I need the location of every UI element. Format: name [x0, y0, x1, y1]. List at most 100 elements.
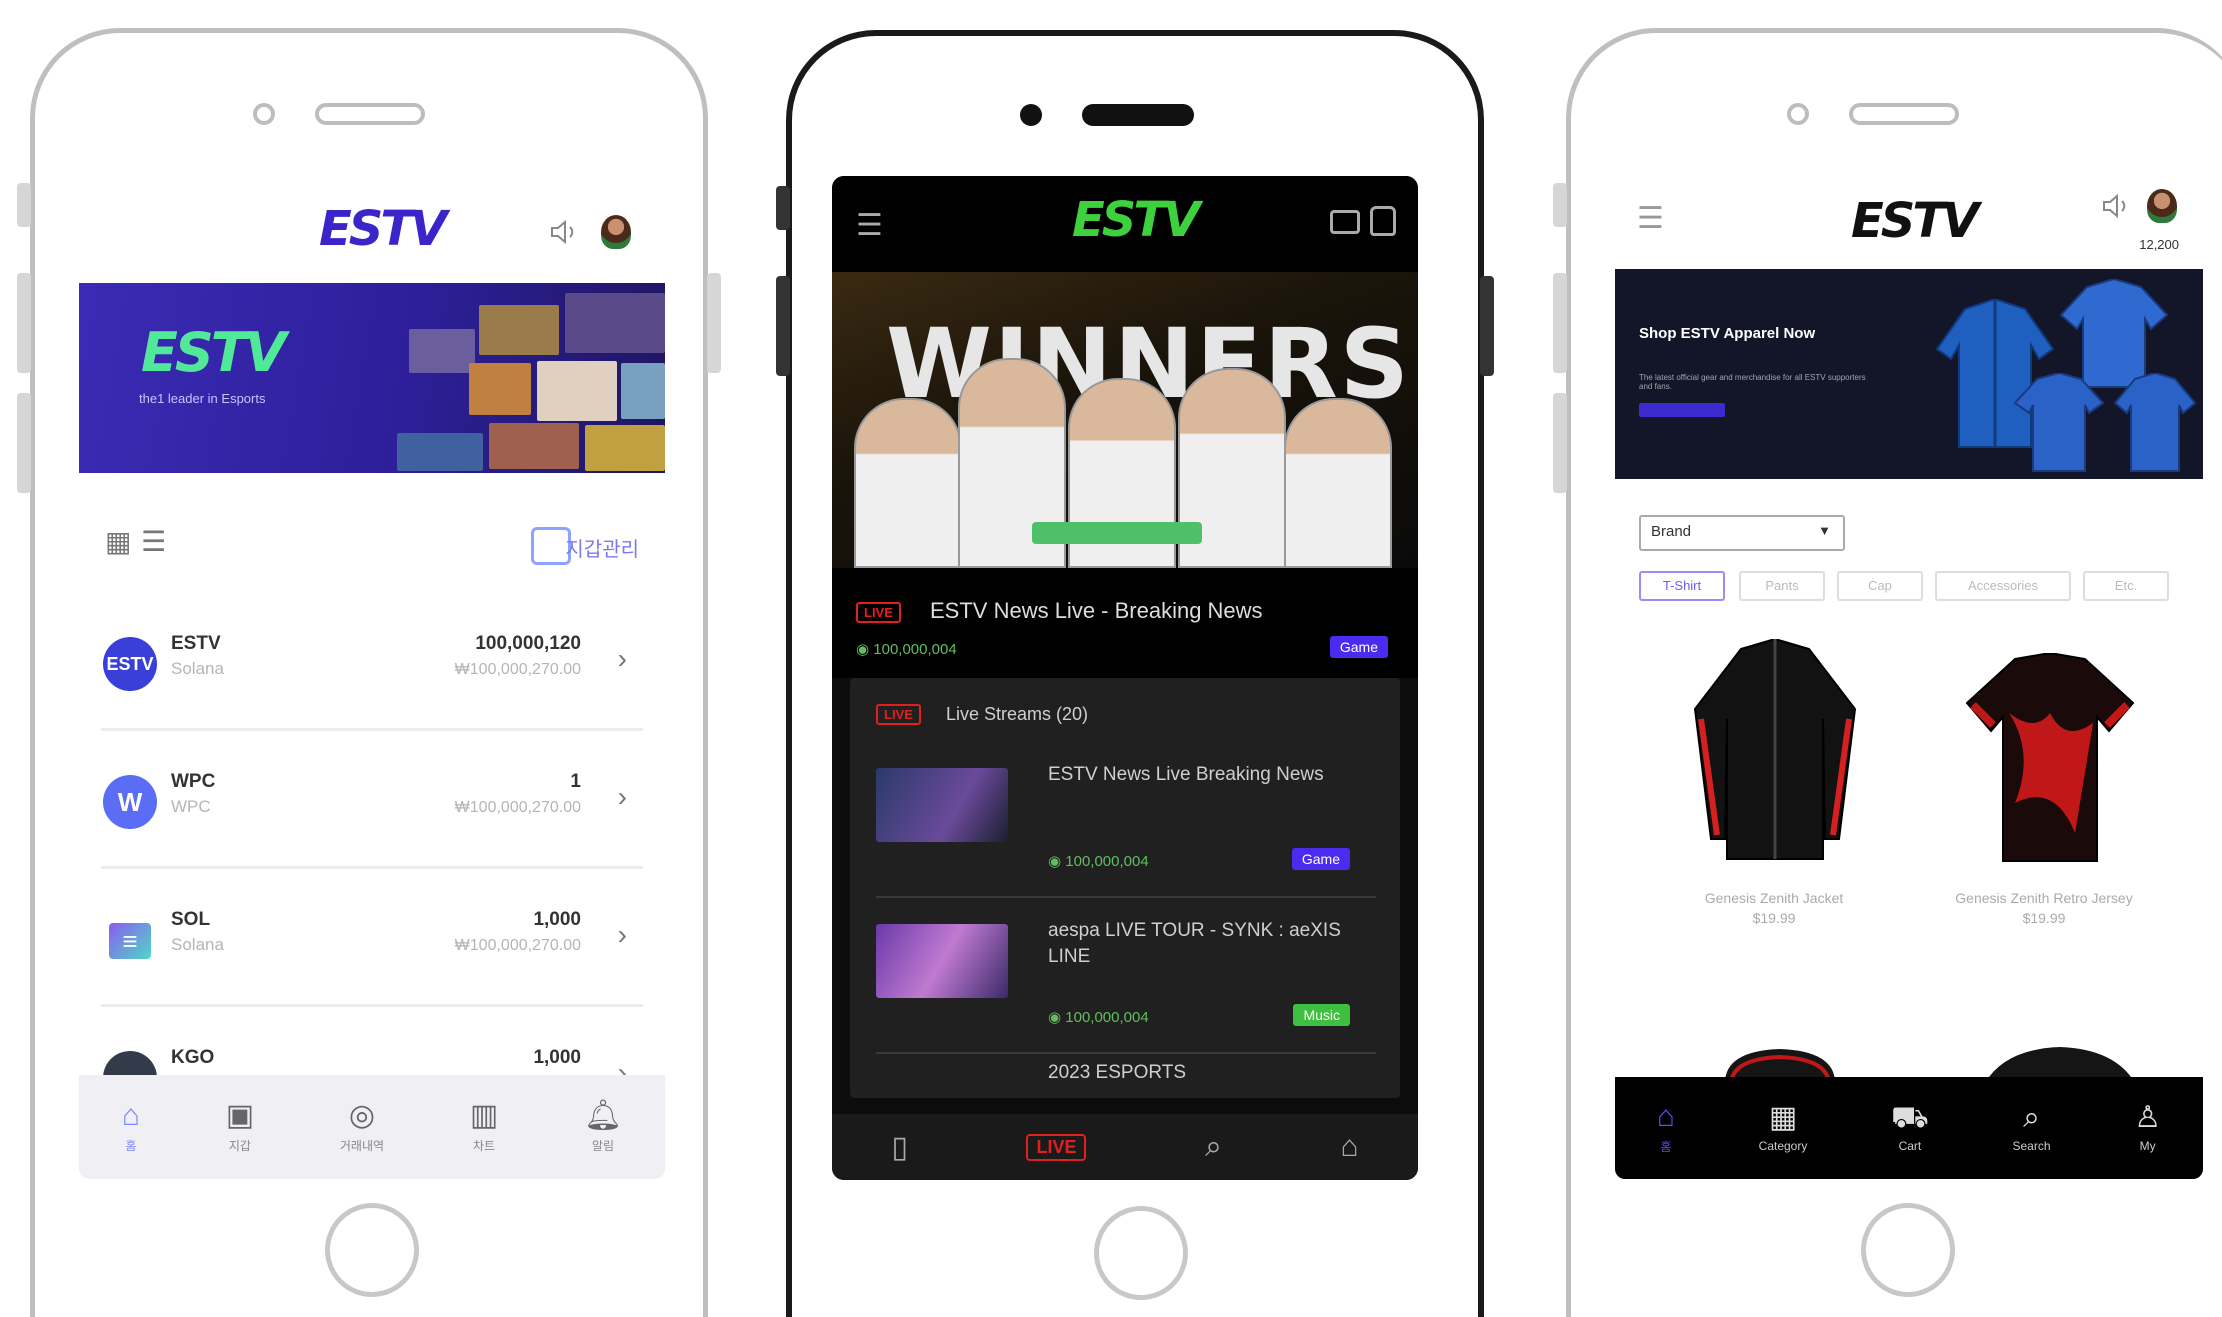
- side-button: [1553, 273, 1567, 373]
- shop-screen: ☰ ESTV 12,200 Shop ESTV Apparel Now The …: [1615, 179, 2203, 1179]
- chip-accessories[interactable]: Accessories: [1935, 571, 2071, 601]
- nav-label: 알림: [591, 1138, 615, 1153]
- chart-icon: ▥: [469, 1098, 499, 1132]
- stream-item[interactable]: 2023 ESPORTS: [876, 1054, 1376, 1098]
- nav-notifications[interactable]: 🔔︎ 알림: [584, 1100, 622, 1154]
- category-tag[interactable]: Game: [1329, 636, 1388, 658]
- asset-krw-value: ₩100,000,270.00: [454, 937, 581, 954]
- shop-icon[interactable]: ⌂: [1341, 1130, 1359, 1164]
- grid-view-icon[interactable]: ▦: [105, 525, 131, 558]
- asset-symbol: ESTV: [171, 633, 221, 654]
- nav-label: 지갑: [228, 1138, 251, 1153]
- featured-live[interactable]: LIVE ESTV News Live - Breaking News ◉ 10…: [832, 568, 1418, 678]
- banner-thumbnail: [585, 425, 665, 471]
- sound-icon[interactable]: [2101, 193, 2131, 219]
- promo-banner[interactable]: ESTV the1 leader in Esports: [79, 283, 665, 473]
- sound-icon[interactable]: [549, 219, 579, 245]
- nav-label: 홈: [1660, 1139, 1672, 1154]
- live-streams-heading: Live Streams (20): [946, 704, 1089, 724]
- live-screen: ☰ ESTV WINNERS LIVE ESTV News Live - Bre…: [832, 176, 1418, 1180]
- chip-tshirt[interactable]: T-Shirt: [1639, 571, 1725, 601]
- player-image: [854, 398, 962, 568]
- asset-amount: 1,000: [533, 1047, 581, 1068]
- exchange-icon: ◎: [348, 1098, 376, 1132]
- nav-live[interactable]: LIVE: [1026, 1133, 1087, 1161]
- avatar[interactable]: [601, 215, 631, 249]
- chevron-right-icon[interactable]: ›: [618, 643, 627, 675]
- brand-select[interactable]: Brand ▼: [1639, 515, 1845, 551]
- asset-symbol: WPC: [171, 771, 216, 792]
- nav-my[interactable]: ♙ My: [2134, 1101, 2162, 1154]
- nav-label: Cart: [1898, 1139, 1922, 1153]
- app-logo[interactable]: ESTV: [319, 201, 447, 257]
- menu-icon[interactable]: ☰: [856, 208, 883, 243]
- nav-home[interactable]: ⌂ 홈: [1657, 1101, 1675, 1155]
- stream-title: aespa LIVE TOUR - SYNK : aeXIS LINE: [1048, 920, 1341, 967]
- banner-cta-button[interactable]: [1639, 403, 1725, 417]
- side-button: [17, 183, 31, 227]
- side-button: [17, 273, 31, 373]
- nav-home[interactable]: ⌂ 홈: [122, 1100, 140, 1154]
- asset-krw-value: ₩100,000,270.00: [454, 799, 581, 816]
- gift-icon[interactable]: [1370, 206, 1396, 236]
- search-icon: ⌕: [2023, 1101, 2040, 1134]
- search-icon[interactable]: ⌕: [1205, 1130, 1222, 1164]
- banner-title: Shop ESTV Apparel Now: [1639, 325, 1816, 342]
- side-button: [1553, 183, 1567, 227]
- nav-label: 거래내역: [339, 1138, 385, 1153]
- asset-chain: Solana: [171, 935, 224, 954]
- nav-history[interactable]: ◎ 거래내역: [339, 1098, 385, 1154]
- list-item[interactable]: W WPC WPC 1 ₩100,000,270.00 ›: [101, 731, 643, 869]
- asset-chain: WPC: [171, 797, 211, 816]
- banner-thumbnail: [621, 363, 665, 419]
- avatar[interactable]: [2147, 189, 2177, 223]
- list-item[interactable]: ESTV ESTV Solana 100,000,120 ₩100,000,27…: [101, 593, 643, 731]
- stream-item[interactable]: aespa LIVE TOUR - SYNK : aeXIS LINE ◉ 10…: [876, 898, 1376, 1054]
- nav-category[interactable]: ▦ Category: [1759, 1101, 1808, 1154]
- stream-thumbnail: [876, 924, 1008, 998]
- live-streams-panel: LIVE Live Streams (20) ESTV News Live Br…: [850, 678, 1400, 1098]
- stream-item[interactable]: ESTV News Live Breaking News ◉ 100,000,0…: [876, 742, 1376, 898]
- brand-select-value: Brand: [1651, 523, 1692, 540]
- team-badge: [1032, 522, 1202, 544]
- nav-label: 차트: [472, 1138, 496, 1153]
- nav-wallet[interactable]: ▣ 지갑: [226, 1100, 254, 1154]
- speaker-grille: [315, 103, 425, 125]
- asset-amount: 1,000: [533, 909, 581, 930]
- camera-icon: [1787, 103, 1809, 125]
- credit-balance: 12,200: [2139, 237, 2179, 252]
- list-view-icon[interactable]: ☰: [141, 525, 166, 558]
- home-button[interactable]: [1861, 1203, 1955, 1297]
- chevron-right-icon[interactable]: ›: [618, 781, 627, 813]
- chip-cap[interactable]: Cap: [1837, 571, 1923, 601]
- chip-etc[interactable]: Etc.: [2083, 571, 2169, 601]
- app-logo[interactable]: ESTV: [1851, 193, 1979, 249]
- profile-icon: ♙: [2134, 1101, 2162, 1134]
- category-tag[interactable]: Music: [1293, 1004, 1350, 1026]
- category-tag[interactable]: Game: [1291, 848, 1350, 870]
- promo-banner[interactable]: Shop ESTV Apparel Now The latest officia…: [1615, 269, 2203, 479]
- viewer-count-value: 100,000,004: [1065, 1009, 1149, 1026]
- list-item[interactable]: ≡ SOL Solana 1,000 ₩100,000,270.00 ›: [101, 869, 643, 1007]
- home-button[interactable]: [325, 1203, 419, 1297]
- side-button: [1480, 276, 1494, 376]
- app-logo[interactable]: ESTV: [1072, 192, 1200, 248]
- hero-banner[interactable]: WINNERS: [832, 272, 1418, 568]
- banner-thumbnail: [469, 363, 531, 415]
- nav-cart[interactable]: ⛟ Cart: [1891, 1103, 1929, 1154]
- chip-pants[interactable]: Pants: [1739, 571, 1825, 601]
- asset-krw-value: ₩100,000,270.00: [454, 661, 581, 678]
- menu-icon[interactable]: ☰: [1637, 201, 1664, 236]
- chevron-right-icon[interactable]: ›: [618, 919, 627, 951]
- live-badge: LIVE: [876, 704, 921, 725]
- phone-live: ☰ ESTV WINNERS LIVE ESTV News Live - Bre…: [776, 30, 1494, 1317]
- nav-chart[interactable]: ▥ 차트: [469, 1098, 499, 1154]
- tv-icon[interactable]: [1330, 210, 1360, 234]
- tshirt-image: [2113, 373, 2197, 472]
- nav-search[interactable]: ⌕ Search: [2012, 1101, 2050, 1154]
- category-icon: ▦: [1768, 1101, 1798, 1134]
- home-button[interactable]: [1094, 1206, 1188, 1300]
- speaker-grille: [1849, 103, 1959, 125]
- wallet-manage-link[interactable]: 지갑관리: [565, 533, 639, 562]
- book-icon[interactable]: ▯: [891, 1130, 908, 1165]
